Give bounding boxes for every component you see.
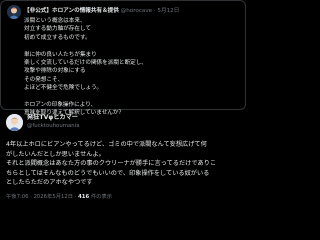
dot-separator: · bbox=[30, 194, 32, 200]
text-line: 単に仲の良い人たちが集まり bbox=[24, 51, 97, 58]
reply-author-avatar[interactable] bbox=[6, 114, 23, 131]
view-count: 416 bbox=[78, 194, 90, 200]
dot-separator: · bbox=[153, 8, 156, 14]
quoted-author-avatar[interactable] bbox=[7, 5, 21, 19]
text-gap bbox=[24, 93, 239, 101]
text-line: 初めて成立するものです。 bbox=[24, 34, 91, 41]
text-line: 4年以上ホロにビアンやってるけど、ゴミの中で派閥なんて妄想広げて何 bbox=[6, 141, 207, 148]
text-line: それと派閥概念はあなた方の事のクウリーナが勝手に言ってるだけでありこ bbox=[6, 160, 217, 168]
quoted-author-handle[interactable]: @horocave bbox=[121, 8, 152, 14]
reply-post-text: 4年以上ホロにビアンやってるけど、ゴミの中で派閥なんて妄想広げて何 がしたいんだ… bbox=[6, 140, 244, 188]
view-count-label: 件の表示 bbox=[90, 194, 113, 200]
text-line: よほど不健全で危険でしょう。 bbox=[24, 85, 102, 92]
text-line: 攻撃や排除の対象にする bbox=[24, 68, 86, 75]
quoted-post-header: 【非公式】ホロアンの情報共有＆提供 @horocave · 5月12日 bbox=[24, 5, 241, 17]
post-time[interactable]: 午後7:06 bbox=[6, 194, 29, 200]
text-line: その発想こそ、 bbox=[24, 76, 64, 83]
reply-author-name[interactable]: 発狂TVφヒカマー bbox=[27, 114, 78, 122]
post-detail-page: 【非公式】ホロアンの情報共有＆提供 @horocave · 5月12日 派閥とい… bbox=[0, 0, 250, 240]
text-line: 派閥という概念は本来、 bbox=[24, 18, 86, 24]
text-line: 対立する動力軸が存在して bbox=[24, 26, 91, 33]
text-gap bbox=[24, 42, 239, 50]
text-line: がしたいんだとしか思いませんよ。 bbox=[6, 150, 105, 158]
text-line: としたらただのアホなやつです bbox=[6, 179, 93, 187]
quoted-post-card[interactable]: 【非公式】ホロアンの情報共有＆提供 @horocave · 5月12日 派閥とい… bbox=[0, 0, 246, 116]
post-date[interactable]: 2026年5月12日 bbox=[34, 194, 73, 200]
quoted-author-name[interactable]: 【非公式】ホロアンの情報共有＆提供 bbox=[24, 8, 119, 14]
reply-author-handle[interactable]: @fucktouhoumania bbox=[27, 122, 80, 130]
post-metadata: 午後7:06 · 2026年5月12日 · 416 件の表示 bbox=[6, 193, 244, 201]
text-line: ちらとしてはそんなものどうでもいいので、印象操作をしている奴がいる bbox=[6, 169, 210, 177]
dot-separator: · bbox=[74, 194, 77, 200]
quoted-post-text: 派閥という概念は本来、 対立する動力軸が存在して 初めて成立するものです。 単に… bbox=[24, 17, 239, 118]
quoted-post-date[interactable]: 5月12日 bbox=[157, 8, 179, 14]
text-line: ホロアンの印象操作により、 bbox=[24, 102, 97, 109]
text-line: 楽しく交流しているだけの関係を派閥と断定し、 bbox=[24, 60, 147, 67]
